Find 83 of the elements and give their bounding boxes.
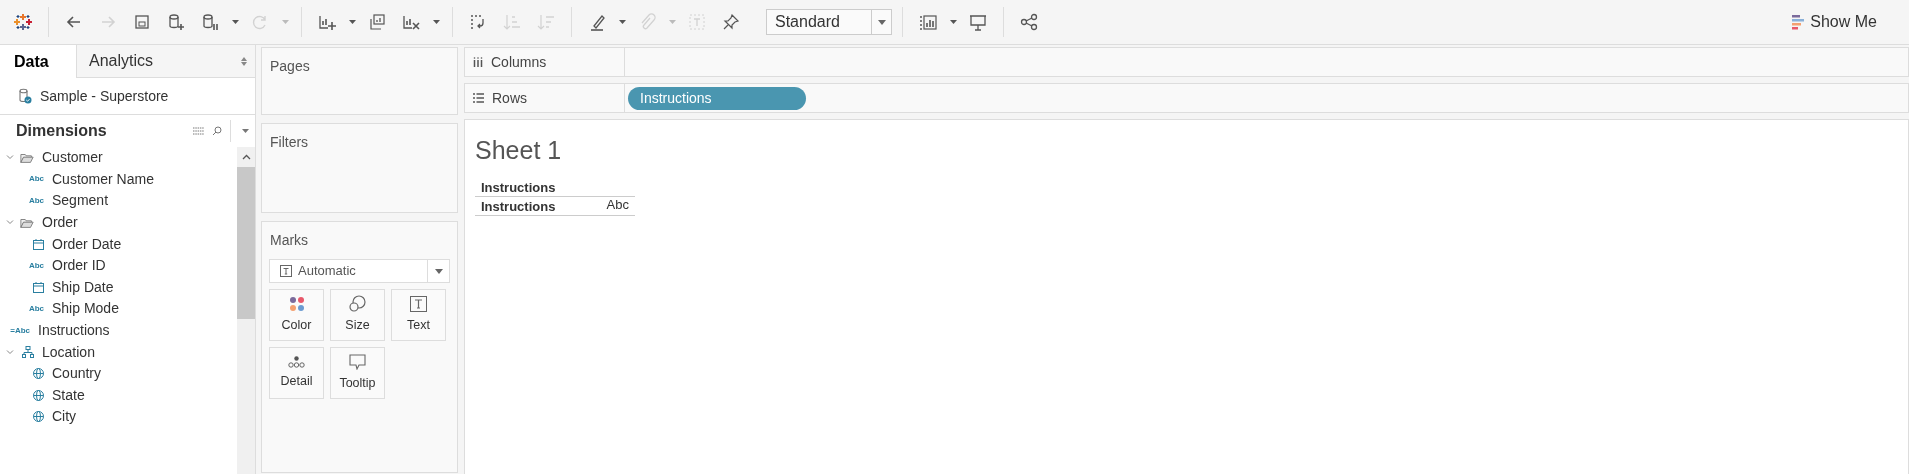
data-type-label: Abc [28,302,44,315]
row-header: Instructions [481,197,556,215]
field-name[interactable]: Instructions [38,320,110,342]
field-name[interactable]: Segment [52,190,109,212]
list-view-icon[interactable] [193,126,204,136]
pin-icon [721,12,741,32]
rows-icon [473,93,484,103]
sheet-title: Sheet 1 [475,135,563,166]
sort-descending-icon [536,12,556,32]
caret-icon [949,20,957,24]
database-pause-icon [200,12,220,32]
sort-arrows-icon [241,56,247,66]
shelf-label: Rows [492,88,527,108]
mark-type-dropdown[interactable]: Automatic [269,259,450,283]
chevron-up-icon[interactable] [241,154,251,160]
field-name[interactable]: City [52,406,77,428]
folder-name[interactable]: Location [42,341,95,363]
caret-icon [241,129,249,133]
database-plus-icon [166,12,186,32]
folder-icon [20,216,34,229]
data-type-label: Abc [28,173,44,186]
card-title: Pages [269,57,311,76]
mark-card-button[interactable]: Tooltip [330,347,385,399]
table-cell-text: Abc [606,196,629,214]
field-name[interactable]: Ship Date [52,276,114,298]
hierarchy-icon [22,346,34,359]
data-type-label: =Abc [10,324,30,337]
bar-chart-icon [1792,14,1805,30]
field-name[interactable]: Order ID [52,255,106,277]
calendar-icon [33,281,44,293]
globe-icon [33,411,44,423]
globe-icon [33,368,44,380]
field-name[interactable]: Customer Name [52,168,154,190]
mark-card-button[interactable]: Color [269,289,324,341]
section-title: Dimensions [16,121,107,141]
shelf-label: Columns [491,52,547,72]
caret-icon [877,19,886,25]
save-icon [132,12,152,32]
field-name[interactable]: Country [52,363,102,385]
text-box-icon [410,295,427,312]
caret-icon [231,20,239,24]
chart-icon [918,12,938,32]
globe-icon [33,389,44,401]
caret-icon [348,20,356,24]
field-name[interactable]: Ship Mode [52,298,119,320]
mark-card-button[interactable]: Detail [269,347,324,399]
logo-icon [13,12,33,32]
circles-icon [349,295,366,313]
field-name[interactable]: State [52,384,85,406]
caret-icon [434,268,443,274]
card-title: Filters [269,133,310,152]
text-box-icon [280,265,292,277]
card-title: Marks [269,231,310,250]
search-icon[interactable] [212,126,222,136]
folder-name[interactable]: Order [42,212,78,234]
duplicate-sheet-icon [367,12,387,32]
caret-icon [281,20,289,24]
data-source-name[interactable]: Sample - Superstore [40,85,169,107]
share-icon [1019,12,1039,32]
dots-icon [288,355,305,368]
show-me-button[interactable]: Show Me [1784,8,1885,36]
column-header: Instructions [481,179,556,195]
caret-icon [432,20,440,24]
caret-icon [668,20,676,24]
sort-ascending-icon [502,12,522,32]
calendar-icon [33,238,44,250]
columns-icon [473,57,483,67]
color-dots-icon [288,295,305,312]
fit-dropdown[interactable]: Standard [766,9,892,35]
pane-tab[interactable]: Analytics [76,45,255,78]
folder-icon [20,151,34,164]
scrollbar[interactable] [237,147,255,474]
data-type-label: Abc [28,259,44,272]
data-type-label: Abc [28,195,44,207]
mark-card-button[interactable]: Text [391,289,446,341]
folder-name[interactable]: Customer [42,147,103,169]
text-box-icon [687,12,707,32]
presentation-icon [968,12,988,32]
speech-bubble-icon [349,353,366,370]
database-check-icon [18,88,32,104]
caret-icon [618,20,626,24]
field-name[interactable]: Order Date [52,233,122,255]
mark-card-button[interactable]: Size [330,289,385,341]
